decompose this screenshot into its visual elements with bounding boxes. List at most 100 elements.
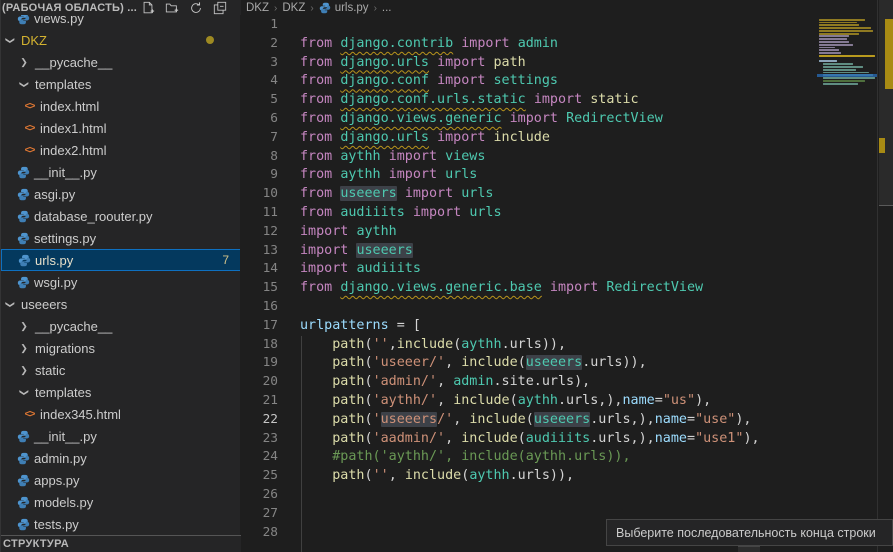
breadcrumb-item-label: ... [382, 2, 392, 14]
chevron-down-icon[interactable]: ❯ [19, 387, 30, 397]
code-line-21[interactable]: path('aythh/', include(aythh.urls,),name… [300, 392, 893, 411]
tree-item-settings.py[interactable]: settings.py [1, 227, 241, 249]
chevron-right-icon[interactable]: ❯ [19, 321, 29, 332]
chevron-right-icon[interactable]: ❯ [19, 343, 29, 354]
code-token: '' [373, 468, 389, 483]
code-line-23[interactable]: path('aadmin/', include(audiiits.urls,),… [300, 430, 893, 449]
code-token: from [300, 167, 332, 182]
tree-item-useeers[interactable]: ❯useeers [1, 293, 241, 315]
tree-item-__init__.py[interactable]: __init__.py [1, 161, 241, 183]
chevron-right-icon[interactable]: ❯ [19, 57, 29, 68]
chevron-down-icon[interactable]: ❯ [19, 79, 30, 89]
tree-item-admin.py[interactable]: admin.py [1, 447, 241, 469]
code-line-24[interactable]: #path('aythh/', include(aythh.urls)), [300, 448, 893, 467]
tree-item-urls.py[interactable]: urls.py7 [1, 249, 241, 271]
breadcrumb-item[interactable]: urls.py [319, 2, 369, 14]
code-line-16[interactable] [300, 298, 893, 317]
code-line-15[interactable]: from django.views.generic.base import Re… [300, 279, 893, 298]
code-line-3[interactable]: from django.urls import path [300, 54, 893, 73]
tree-item-migrations[interactable]: ❯ migrations [1, 337, 241, 359]
tree-item-label: urls.py [35, 253, 73, 268]
tree-item-templates[interactable]: ❯ templates [1, 73, 241, 95]
tree-item-asgi.py[interactable]: asgi.py [1, 183, 241, 205]
code-token: = [687, 412, 695, 427]
code-line-11[interactable]: from audiiits import urls [300, 204, 893, 223]
chevron-down-icon[interactable]: ❯ [5, 299, 16, 309]
code-token: 'aadmin/' [373, 431, 446, 446]
code-line-1[interactable] [300, 16, 893, 35]
code-token: from [300, 280, 332, 295]
explorer-section-header[interactable]: (РАБОЧАЯ ОБЛАСТЬ) ... [1, 0, 241, 15]
code-line-2[interactable]: from django.contrib import admin [300, 35, 893, 54]
code-token: , [389, 337, 397, 352]
code-line-22[interactable]: path('useeers/', include(useeers.urls,),… [300, 411, 893, 430]
code-token [429, 55, 437, 70]
line-number: 16 [240, 298, 278, 317]
tree-item-index2.html[interactable]: <>index2.html [1, 139, 241, 161]
outline-section-header[interactable]: СТРУКТУРА [1, 535, 241, 552]
code-line-17[interactable]: urlpatterns = [ [300, 317, 893, 336]
line-number: 23 [240, 430, 278, 449]
minimap-line [819, 38, 847, 40]
new-file-icon[interactable] [141, 1, 155, 15]
tree-item-__pycache__[interactable]: ❯__pycache__ [1, 315, 241, 337]
chevron-right-icon[interactable]: ❯ [19, 365, 29, 376]
code-line-19[interactable]: path('useeer/', include(useeers.urls)), [300, 354, 893, 373]
tree-item-index.html[interactable]: <>index.html [1, 95, 241, 117]
code-token [429, 130, 437, 145]
new-folder-icon[interactable] [165, 1, 179, 15]
tree-item-templates[interactable]: ❯templates [1, 381, 241, 403]
tree-item-__pycache__[interactable]: ❯__pycache__ [1, 51, 241, 73]
code-token: .urls,), [590, 412, 655, 427]
collapse-folders-icon[interactable] [213, 1, 227, 15]
chevron-down-icon[interactable]: ❯ [5, 35, 16, 45]
tree-item-index345.html[interactable]: <>index345.html [1, 403, 241, 425]
tree-item-static[interactable]: ❯static [1, 359, 241, 381]
tree-item-database_roouter.py[interactable]: database_roouter.py [1, 205, 241, 227]
code-area[interactable]: from django.contrib import adminfrom dja… [300, 16, 893, 542]
breadcrumb-item[interactable]: DKZ [282, 2, 305, 14]
code-token: from [300, 55, 332, 70]
code-line-4[interactable]: from django.conf import settings [300, 72, 893, 91]
line-number: 10 [240, 185, 278, 204]
overview-ruler-scrollbar[interactable] [877, 0, 893, 552]
minimap[interactable] [817, 0, 877, 552]
code-line-8[interactable]: from aythh import views [300, 148, 893, 167]
outline-label: СТРУКТУРА [1, 538, 69, 550]
tree-item-wsgi.py[interactable]: wsgi.py [1, 271, 241, 293]
tree-item-__init__.py[interactable]: __init__.py [1, 425, 241, 447]
tree-item-DKZ[interactable]: ❯DKZ [1, 29, 241, 51]
code-line-18[interactable]: path('',include(aythh.urls)), [300, 336, 893, 355]
code-line-12[interactable]: import aythh [300, 223, 893, 242]
tree-item-label: database_roouter.py [34, 209, 153, 224]
line-number: 14 [240, 260, 278, 279]
tree-item-models.py[interactable]: models.py [1, 491, 241, 513]
breadcrumb-item[interactable]: ... [382, 2, 392, 14]
code-token: .urls)), [510, 468, 575, 483]
tree-item-apps.py[interactable]: apps.py [1, 469, 241, 491]
code-token: aythh [461, 337, 501, 352]
code-line-5[interactable]: from django.conf.urls.static import stat… [300, 91, 893, 110]
code-line-25[interactable]: path('', include(aythh.urls)), [300, 467, 893, 486]
code-line-7[interactable]: from django.urls import include [300, 129, 893, 148]
code-line-26[interactable] [300, 486, 893, 505]
tree-item-label: templates [35, 77, 91, 92]
code-line-10[interactable]: from useeers import urls [300, 185, 893, 204]
breadcrumb-item[interactable]: DKZ [246, 2, 269, 14]
code-line-20[interactable]: path('admin/', admin.site.urls), [300, 373, 893, 392]
code-line-6[interactable]: from django.views.generic import Redirec… [300, 110, 893, 129]
code-line-13[interactable]: import useeers [300, 242, 893, 261]
code-token: .urls,), [558, 393, 623, 408]
tree-item-tests.py[interactable]: tests.py [1, 513, 241, 535]
line-number: 18 [240, 336, 278, 355]
explorer-actions [141, 0, 227, 15]
refresh-explorer-icon[interactable] [189, 1, 203, 15]
tree-item-label: migrations [35, 341, 95, 356]
minimap-line [819, 22, 857, 24]
code-token: import [534, 92, 582, 107]
code-token: from [300, 130, 332, 145]
editor-pane[interactable]: DKZ›DKZ›urls.py›... 12345678910111213141… [240, 0, 893, 552]
code-line-9[interactable]: from aythh import urls [300, 166, 893, 185]
tree-item-index1.html[interactable]: <>index1.html [1, 117, 241, 139]
code-line-14[interactable]: import audiiits [300, 260, 893, 279]
